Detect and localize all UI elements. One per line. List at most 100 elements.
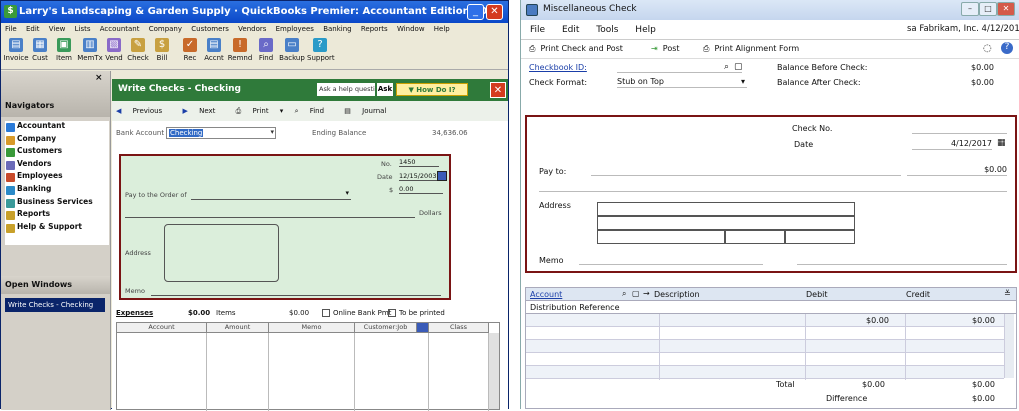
open-window-item[interactable]: Write Checks - Checking	[5, 298, 105, 312]
memo-field[interactable]	[151, 286, 441, 296]
date-input[interactable]: 4/12/2017	[912, 139, 992, 150]
print-alignment-button[interactable]: ⎙ Print Alignment Form	[703, 44, 799, 54]
iconbar-bill-button[interactable]: $ Bill	[149, 38, 175, 68]
iconbar-remnd-button[interactable]: ! Remnd	[227, 38, 253, 68]
find-button[interactable]: ⌕ Find	[295, 107, 334, 115]
grid-column[interactable]	[269, 333, 355, 411]
menu-vendors[interactable]: Vendors	[238, 25, 266, 33]
tab-items[interactable]: Items	[216, 309, 236, 317]
minimize-button[interactable]: _	[467, 4, 484, 20]
menu-lists[interactable]: Lists	[75, 25, 91, 33]
nav-item-customers[interactable]: Customers	[5, 146, 109, 159]
menu-file[interactable]: File	[5, 25, 17, 33]
grid-column[interactable]	[355, 333, 429, 411]
iconbar-support-button[interactable]: ? Support	[307, 38, 335, 68]
lookup-icon[interactable]: ⌕	[622, 289, 626, 299]
iconbar-rec-button[interactable]: ✓ Rec	[177, 38, 203, 68]
vertical-scrollbar[interactable]	[1004, 314, 1014, 378]
address-line-1[interactable]	[597, 202, 855, 216]
menu-window[interactable]: Window	[397, 25, 425, 33]
menu-accountant[interactable]: Accountant	[100, 25, 140, 33]
vertical-scrollbar[interactable]	[489, 333, 499, 409]
check-no-input[interactable]	[912, 123, 1007, 134]
online-bank-pmt-checkbox[interactable]	[322, 309, 330, 317]
pay-to-field[interactable]: ▾	[191, 189, 351, 200]
previous-button[interactable]: ◀ Previous	[116, 107, 171, 115]
memo-input[interactable]	[579, 254, 763, 265]
nav-item-help-support[interactable]: Help & Support	[5, 222, 109, 235]
iconbar-item-button[interactable]: ▣ Item	[51, 38, 77, 68]
to-be-printed-checkbox[interactable]	[388, 309, 396, 317]
checkbook-id-link[interactable]: Checkbook ID:	[529, 63, 587, 72]
amount-field[interactable]: 0.00	[399, 185, 443, 194]
grid-column[interactable]	[117, 333, 207, 411]
zip-field[interactable]	[785, 230, 855, 244]
iconbar-find-button[interactable]: ⌕ Find	[253, 38, 279, 68]
write-checks-title: Write Checks - Checking	[118, 84, 241, 94]
iconbar-vend-button[interactable]: ▧ Vend	[101, 38, 127, 68]
nav-item-reports[interactable]: Reports	[5, 209, 109, 222]
iconbar-accnt-button[interactable]: ▤ Accnt	[201, 38, 227, 68]
menu-edit[interactable]: Edit	[26, 25, 40, 33]
new-document-icon[interactable]: ▢	[632, 289, 640, 298]
grid-column[interactable]	[429, 333, 489, 411]
menu-help[interactable]: Help	[635, 25, 656, 35]
nav-item-employees[interactable]: Employees	[5, 171, 109, 184]
calendar-icon[interactable]: ▦	[997, 138, 1006, 148]
clear-icon[interactable]: ◌	[983, 43, 992, 54]
account-column-link[interactable]: Account	[530, 290, 562, 299]
menu-reports[interactable]: Reports	[361, 25, 388, 33]
print-button[interactable]: ⎙ Print ▾	[236, 107, 284, 115]
navigator-close-icon[interactable]: ×	[95, 73, 103, 83]
menu-customers[interactable]: Customers	[191, 25, 229, 33]
menu-edit[interactable]: Edit	[562, 25, 579, 35]
how-do-i-button[interactable]: ▼ How Do I?	[396, 83, 468, 96]
write-checks-close-button[interactable]: ✕	[490, 82, 506, 98]
iconbar-invoice-button[interactable]: ▤ Invoice	[3, 38, 29, 68]
check-amount[interactable]: $0.00	[907, 165, 1007, 176]
maximize-button[interactable]: □	[979, 2, 997, 16]
menu-tools[interactable]: Tools	[596, 25, 618, 35]
menu-file[interactable]: File	[530, 25, 545, 35]
check-no-field[interactable]: 1450	[399, 158, 439, 167]
bank-account-select[interactable]: Checking ▾	[166, 127, 276, 139]
nav-item-accountant[interactable]: Accountant	[5, 121, 109, 134]
written-amount-line[interactable]	[125, 208, 415, 218]
iconbar-backup-button[interactable]: ▭ Backup	[279, 38, 305, 68]
journal-button[interactable]: ▤ Journal	[344, 107, 395, 115]
nav-item-banking[interactable]: Banking	[5, 184, 109, 197]
next-button[interactable]: ▶ Next	[182, 107, 224, 115]
iconbar-check-button[interactable]: ✎ Check	[125, 38, 151, 68]
help-icon[interactable]: ?	[1001, 42, 1013, 54]
menu-employees[interactable]: Employees	[276, 25, 314, 33]
close-button[interactable]: ✕	[486, 4, 503, 20]
nav-item-company[interactable]: Company	[5, 134, 109, 147]
menu-banking[interactable]: Banking	[323, 25, 351, 33]
menu-view[interactable]: View	[49, 25, 66, 33]
close-button[interactable]: ✕	[997, 2, 1015, 16]
state-field[interactable]	[725, 230, 785, 244]
calendar-icon[interactable]	[437, 171, 447, 181]
grid-column[interactable]	[207, 333, 269, 411]
post-button[interactable]: ⇥ Post	[651, 44, 680, 53]
tab-expenses[interactable]: Expenses	[116, 309, 153, 317]
city-field[interactable]	[597, 230, 725, 244]
help-question-input[interactable]: Ask a help question	[317, 83, 375, 96]
iconbar-memtx-button[interactable]: ▥ MemTx	[77, 38, 103, 68]
nav-item-business-services[interactable]: Business Services	[5, 197, 109, 210]
ask-button[interactable]: Ask	[377, 83, 393, 96]
minimize-button[interactable]: –	[961, 2, 979, 16]
new-document-icon[interactable]: ▢	[734, 62, 743, 72]
nav-item-vendors[interactable]: Vendors	[5, 159, 109, 172]
check-format-select[interactable]: Stub on Top ▾	[617, 77, 747, 88]
address-field[interactable]	[164, 224, 279, 282]
menu-help[interactable]: Help	[434, 25, 450, 33]
iconbar-cust-button[interactable]: ▦ Cust	[27, 38, 53, 68]
pay-to-input[interactable]	[591, 165, 901, 176]
arrow-right-icon[interactable]: →	[643, 289, 650, 298]
lookup-icon[interactable]: ⌕	[724, 62, 729, 72]
address-line-2[interactable]	[597, 216, 855, 230]
menu-company[interactable]: Company	[149, 25, 182, 33]
expand-rows-icon[interactable]: ≚	[1004, 289, 1011, 298]
print-check-post-button[interactable]: ⎙ Print Check and Post	[529, 44, 623, 54]
